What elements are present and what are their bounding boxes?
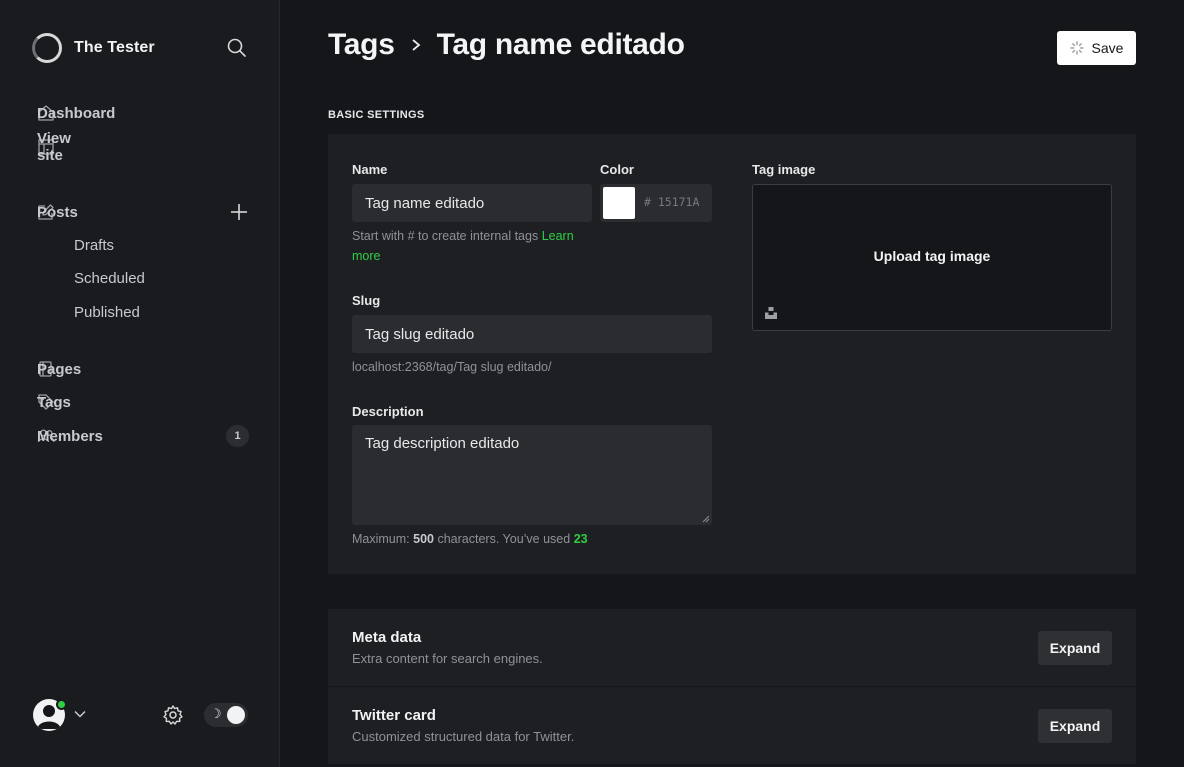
slug-input[interactable]: Tag slug editado <box>352 315 712 353</box>
nav-dashboard[interactable]: Dashboard <box>37 101 115 125</box>
site-logo <box>32 33 62 63</box>
desc-hint-max: 500 <box>413 532 434 546</box>
members-count-badge: 1 <box>226 425 249 447</box>
tag-image-upload[interactable]: Upload tag image <box>752 184 1112 331</box>
gear-icon[interactable] <box>162 704 184 726</box>
slug-label: Slug <box>352 293 381 308</box>
desc-hint-prefix: Maximum: <box>352 532 410 546</box>
description-text: Tag description editado <box>365 435 519 452</box>
name-hint: Start with # to create internal tags Lea… <box>352 226 592 266</box>
brand[interactable]: The Tester <box>32 32 155 64</box>
meta-data-expand-button[interactable]: Expand <box>1038 631 1112 665</box>
page-title: Tags Tag name editado <box>328 28 685 62</box>
plus-icon[interactable] <box>229 202 249 222</box>
moon-icon: ☽ <box>210 707 222 722</box>
slug-url: localhost:2368/tag/Tag slug editado/ <box>352 360 552 374</box>
tag-image-label: Tag image <box>752 162 816 177</box>
description-value: Tag description editado <box>365 435 520 452</box>
nav-posts[interactable]: Posts <box>37 200 78 224</box>
name-hint-text: Start with # to create internal tags <box>352 229 539 243</box>
color-picker: # 15171A <box>600 184 712 222</box>
basic-settings-card: Name Tag name editado Color # 15171A Sta… <box>328 134 1136 574</box>
twitter-card-section: Twitter card Customized structured data … <box>328 687 1136 764</box>
twitter-card-expand-button[interactable]: Expand <box>1038 709 1112 743</box>
nav-pages-label: Pages <box>37 360 82 378</box>
resize-handle[interactable] <box>702 515 710 523</box>
nav-view-site[interactable]: View site <box>37 130 72 164</box>
nav-published[interactable]: Published <box>74 302 140 324</box>
nav-dashboard-label: Dashboard <box>37 104 116 122</box>
meta-data-section: Meta data Extra content for search engin… <box>328 609 1136 686</box>
basic-settings-heading: BASIC SETTINGS <box>328 109 425 121</box>
meta-data-subtitle: Extra content for search engines. <box>352 651 543 666</box>
nav-drafts[interactable]: Drafts <box>74 235 114 257</box>
search-icon[interactable] <box>226 37 248 59</box>
spinner-icon <box>1069 41 1084 55</box>
color-hex-input[interactable]: # 15171A <box>644 195 699 209</box>
description-hint: Maximum: 500 characters. You’ve used 23 <box>352 529 588 549</box>
nav-members[interactable]: Members <box>37 424 103 448</box>
upload-label: Upload tag image <box>873 248 991 264</box>
nav-posts-label: Posts <box>37 203 78 221</box>
twitter-card-title: Twitter card <box>352 707 436 724</box>
unsplash-icon[interactable] <box>764 306 778 320</box>
desc-hint-used: 23 <box>573 532 588 546</box>
color-swatch[interactable] <box>603 187 635 219</box>
twitter-card-subtitle: Customized structured data for Twitter. <box>352 729 575 744</box>
nav-view-site-label: View site <box>37 130 71 164</box>
desc-hint-mid: characters. You’ve used <box>437 532 571 546</box>
description-label: Description <box>352 404 424 419</box>
color-label: Color <box>600 162 634 177</box>
description-textarea[interactable]: Tag description editado <box>352 425 712 525</box>
toggle-knob <box>227 706 245 724</box>
chevron-right-icon <box>409 37 423 53</box>
nav-tags-label: Tags <box>37 393 71 411</box>
sidebar: The Tester Dashboard View site Posts Dra… <box>0 0 280 767</box>
save-button[interactable]: Save <box>1057 31 1136 65</box>
breadcrumb-tags[interactable]: Tags <box>328 28 395 62</box>
meta-data-title: Meta data <box>352 629 422 646</box>
nav-pages[interactable]: Pages <box>37 357 81 381</box>
main-content: Tags Tag name editado Save BASIC SETTING… <box>280 0 1184 767</box>
name-label: Name <box>352 162 388 177</box>
nav-members-label: Members <box>37 427 103 445</box>
name-input[interactable]: Tag name editado <box>352 184 592 222</box>
online-status-dot <box>56 699 67 710</box>
theme-toggle[interactable]: ☽ <box>204 703 248 727</box>
site-name: The Tester <box>74 39 155 56</box>
chevron-down-icon[interactable] <box>73 707 87 721</box>
tag-title: Tag name editado <box>436 28 685 61</box>
save-label: Save <box>1091 40 1124 56</box>
nav-tags[interactable]: Tags <box>37 390 72 414</box>
nav-scheduled[interactable]: Scheduled <box>74 268 145 290</box>
